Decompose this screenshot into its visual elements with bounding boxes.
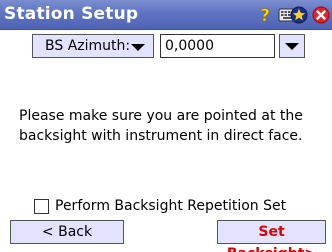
azimuth-input[interactable]	[160, 34, 275, 58]
azimuth-dropdown-button[interactable]	[279, 34, 305, 58]
svg-text:?: ?	[260, 6, 270, 24]
chevron-down-icon	[131, 44, 145, 51]
backsight-mode-label: BS Azimuth:	[45, 38, 131, 54]
backsight-mode-dropdown[interactable]: BS Azimuth:	[32, 34, 154, 58]
repetition-set-checkbox[interactable]	[34, 199, 49, 214]
back-button[interactable]: < Back	[10, 220, 124, 244]
instruction-message: Please make sure you are pointed at the …	[19, 108, 303, 144]
title-bar: Station Setup ?	[0, 0, 332, 30]
chevron-down-icon	[285, 43, 299, 50]
star-icon[interactable]	[290, 6, 308, 24]
close-icon[interactable]	[312, 6, 330, 24]
repetition-set-label: Perform Backsight Repetition Set	[55, 198, 287, 214]
set-backsight-button[interactable]: Set Backsight>	[217, 220, 326, 252]
window-title: Station Setup	[4, 4, 139, 24]
help-icon[interactable]: ?	[256, 6, 274, 24]
